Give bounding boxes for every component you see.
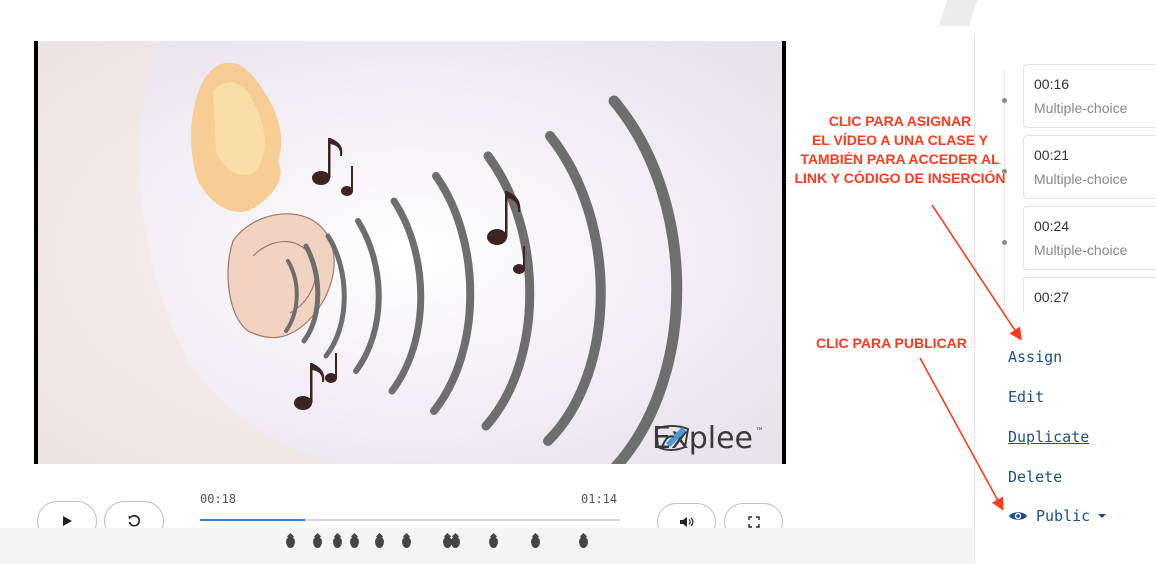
timeline-card[interactable]: 00:21 Multiple-choice bbox=[1023, 135, 1156, 199]
explee-logo: Explee ™ bbox=[652, 421, 764, 456]
timeline-card[interactable]: 00:24 Multiple-choice bbox=[1023, 206, 1156, 270]
timeline-card[interactable]: 00:27 bbox=[1023, 277, 1156, 312]
question-markers-bar bbox=[0, 528, 975, 564]
volume-icon bbox=[679, 517, 693, 527]
timeline-type: Multiple-choice bbox=[1034, 242, 1128, 258]
duplicate-button[interactable]: Duplicate bbox=[1008, 428, 1089, 446]
fullscreen-icon bbox=[747, 516, 760, 528]
visibility-label: Public bbox=[1036, 507, 1091, 525]
trademark: ™ bbox=[755, 427, 764, 437]
duration: 01:14 bbox=[581, 492, 618, 506]
current-time: 00:18 bbox=[200, 492, 237, 506]
decorative-slash bbox=[938, 0, 978, 26]
timeline-dot bbox=[1002, 98, 1007, 103]
timeline-time: 00:21 bbox=[1034, 147, 1070, 163]
video-player[interactable]: Explee ™ bbox=[34, 41, 786, 464]
progress-fill bbox=[200, 519, 305, 521]
publish-annotation: CLIC PARA PUBLICAR bbox=[816, 335, 967, 351]
assign-annotation: CLIC PARA ASIGNAR EL VÍDEO A UNA CLASE Y… bbox=[770, 112, 1030, 188]
timeline-dot bbox=[1002, 240, 1007, 245]
assign-button[interactable]: Assign bbox=[1008, 348, 1062, 366]
video-frame-image: Explee ™ bbox=[38, 41, 782, 464]
timeline-card[interactable]: 00:16 Multiple-choice bbox=[1023, 64, 1156, 128]
ear-sound-illustration bbox=[38, 41, 683, 464]
annotation-line: TAMBIÉN PARA ACCEDER AL bbox=[800, 151, 1000, 167]
assign-arrow bbox=[931, 204, 1022, 341]
delete-button[interactable]: Delete bbox=[1008, 468, 1062, 486]
progress-bar[interactable] bbox=[200, 519, 620, 521]
annotation-line: LINK Y CÓDIGO DE INSERCIÓN bbox=[794, 170, 1006, 186]
annotation-line: CLIC PARA ASIGNAR bbox=[828, 113, 972, 129]
caret-down-icon bbox=[1098, 514, 1107, 518]
annotation-line: EL VÍDEO A UNA CLASE Y bbox=[811, 132, 989, 148]
timeline-time: 00:27 bbox=[1034, 289, 1070, 305]
timeline-line bbox=[1004, 70, 1005, 320]
timeline-time: 00:24 bbox=[1034, 218, 1070, 234]
replay-icon bbox=[128, 514, 141, 527]
visibility-dropdown[interactable]: Public bbox=[1008, 507, 1107, 525]
timeline-type: Multiple-choice bbox=[1034, 100, 1128, 116]
play-icon bbox=[63, 516, 72, 526]
publish-arrow bbox=[919, 357, 1004, 511]
timeline-time: 00:16 bbox=[1034, 76, 1070, 92]
edit-button[interactable]: Edit bbox=[1008, 388, 1044, 406]
eye-icon bbox=[1009, 512, 1027, 520]
timeline-type: Multiple-choice bbox=[1034, 171, 1128, 187]
explee-logo-icon bbox=[654, 425, 690, 451]
